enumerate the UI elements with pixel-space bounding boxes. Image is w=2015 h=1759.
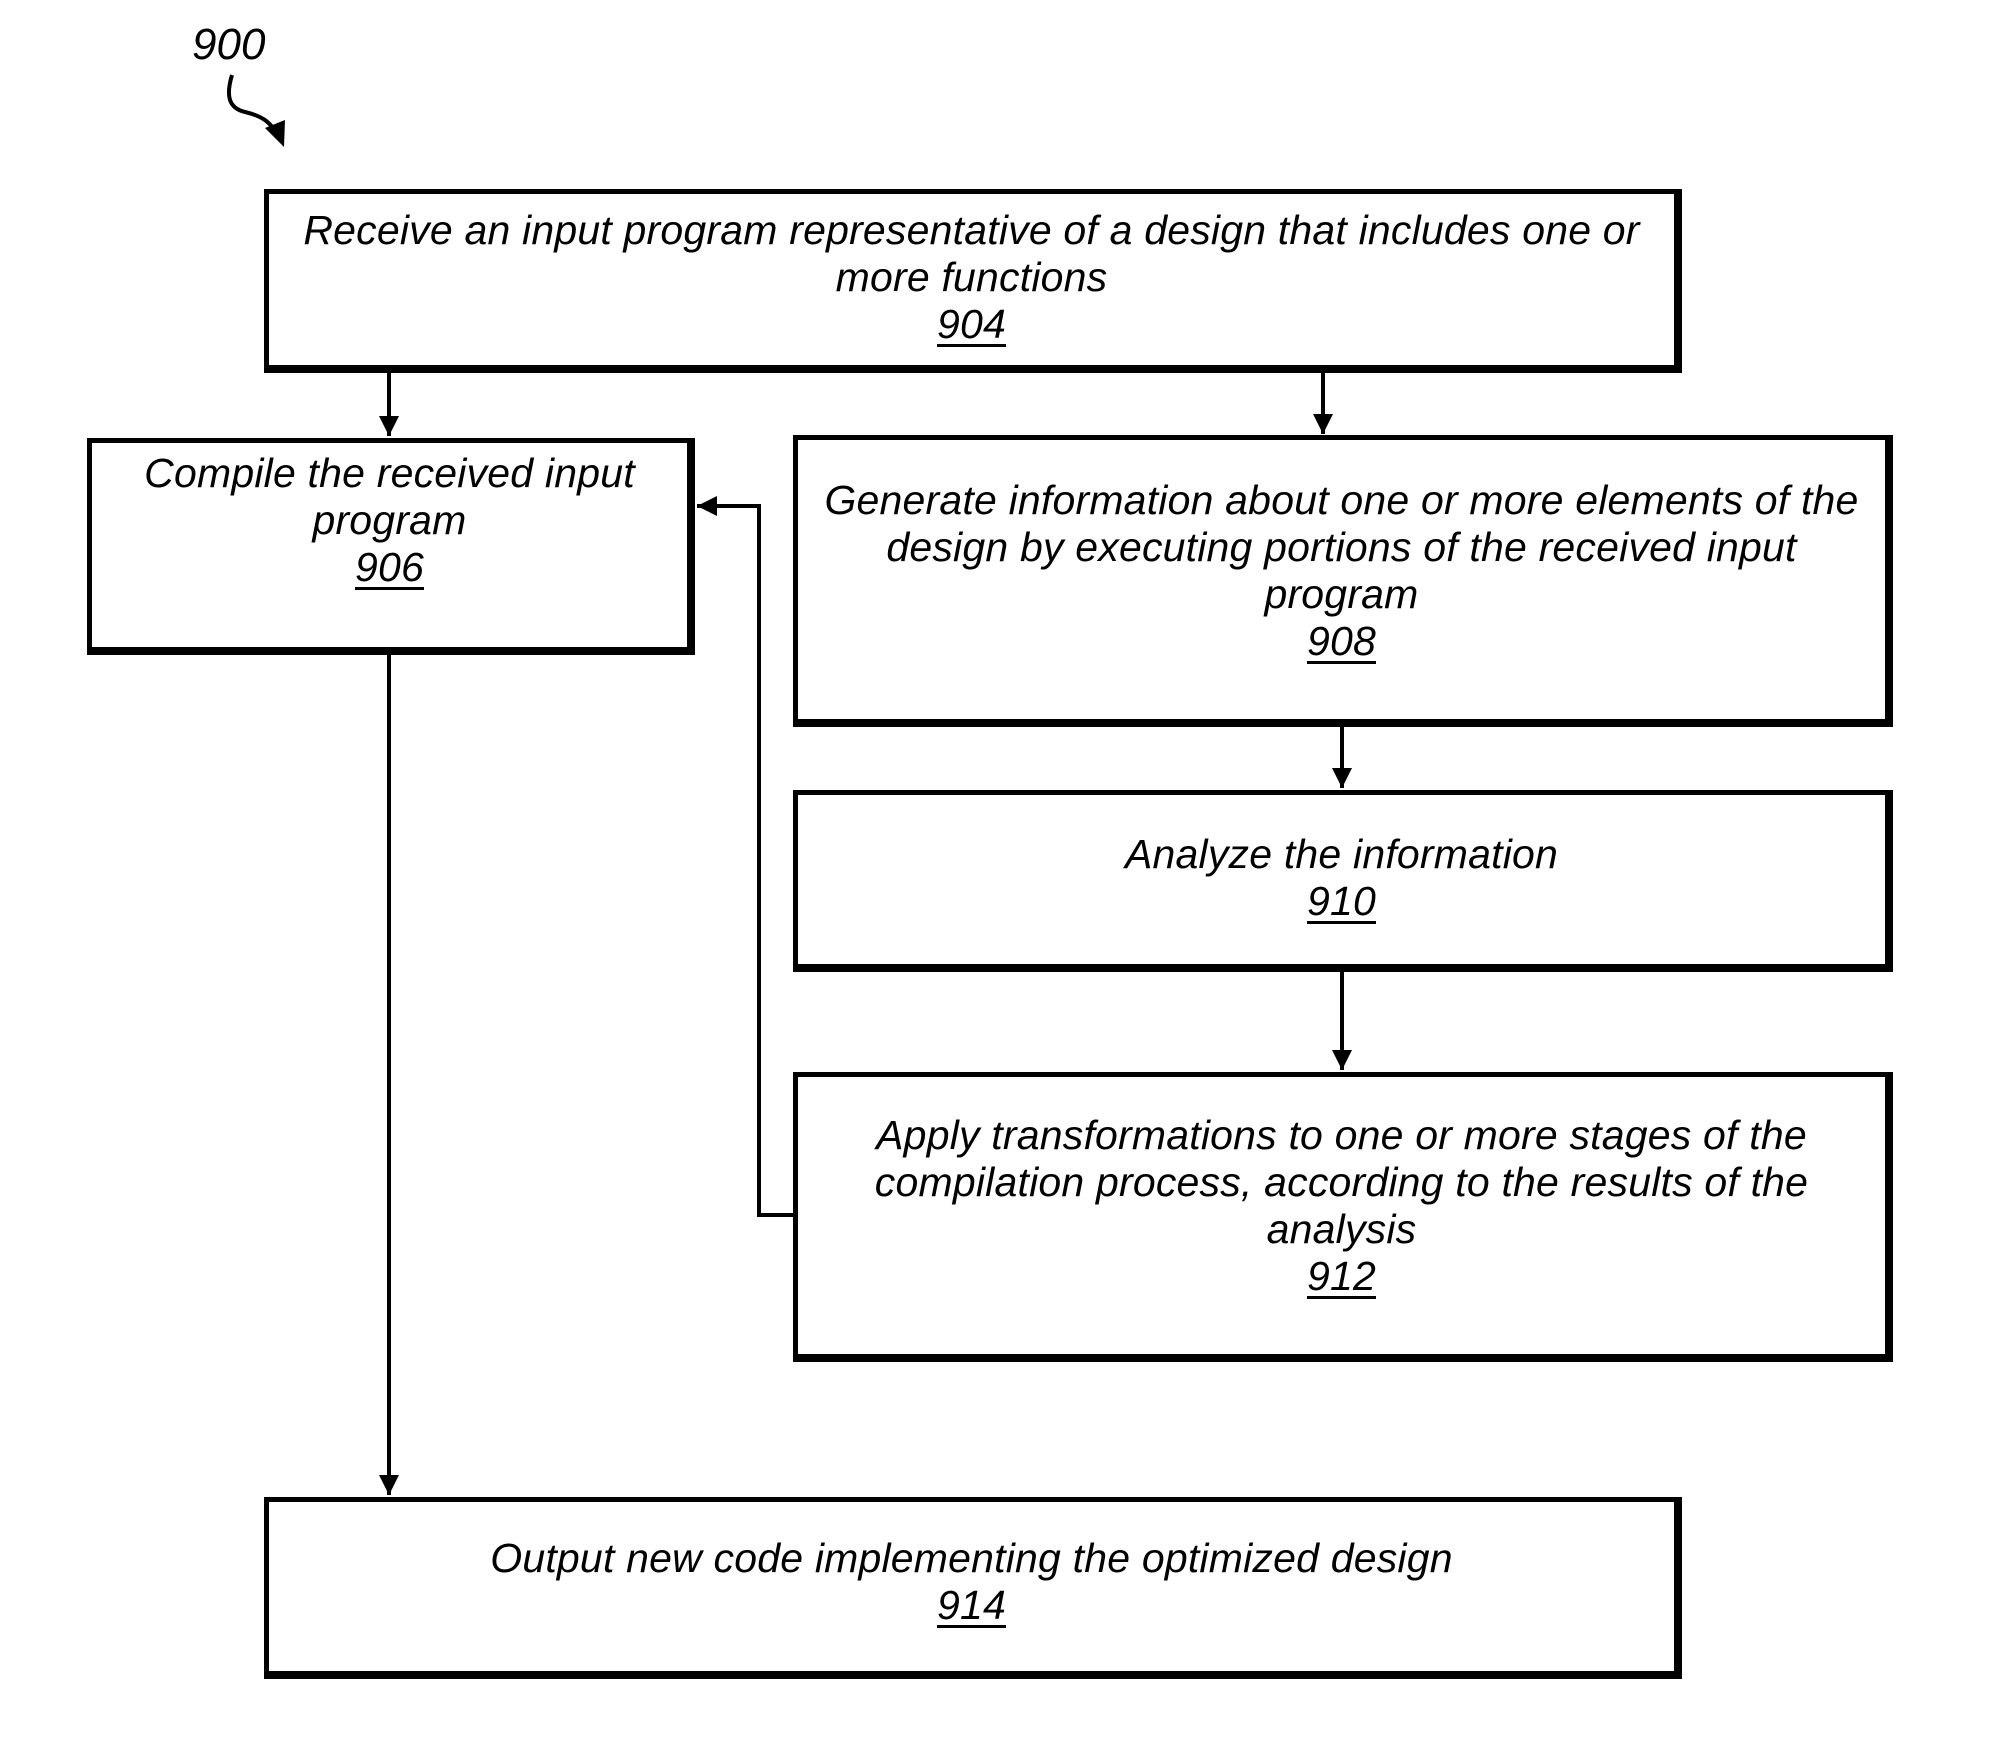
step-904-box: Receive an input program representative … [264,189,1682,373]
step-910-text: Analyze the information [1124,830,1559,877]
step-912-text: Apply transformations to one or more sta… [874,1111,1809,1252]
step-912-box: Apply transformations to one or more sta… [793,1072,1893,1362]
step-914-ref: 914 [936,1581,1006,1628]
step-914-box: Output new code implementing the optimiz… [264,1497,1682,1679]
step-906-ref: 906 [354,543,424,590]
step-906-box: Compile the received input program 906 [87,438,695,655]
step-904-text: Receive an input program representative … [303,207,1640,300]
step-910-box: Analyze the information 910 [793,790,1893,972]
step-908-text: Generate information about one or more e… [824,476,1859,617]
step-908-ref: 908 [1306,617,1376,664]
step-912-ref: 912 [1306,1252,1376,1299]
step-910-ref: 910 [1306,877,1376,924]
step-908-box: Generate information about one or more e… [793,435,1893,727]
step-914-text: Output new code implementing the optimiz… [490,1534,1453,1581]
edge-912-906-feedback [697,496,795,1217]
step-906-text: Compile the received input program [144,449,635,543]
step-904-ref: 904 [936,301,1006,347]
